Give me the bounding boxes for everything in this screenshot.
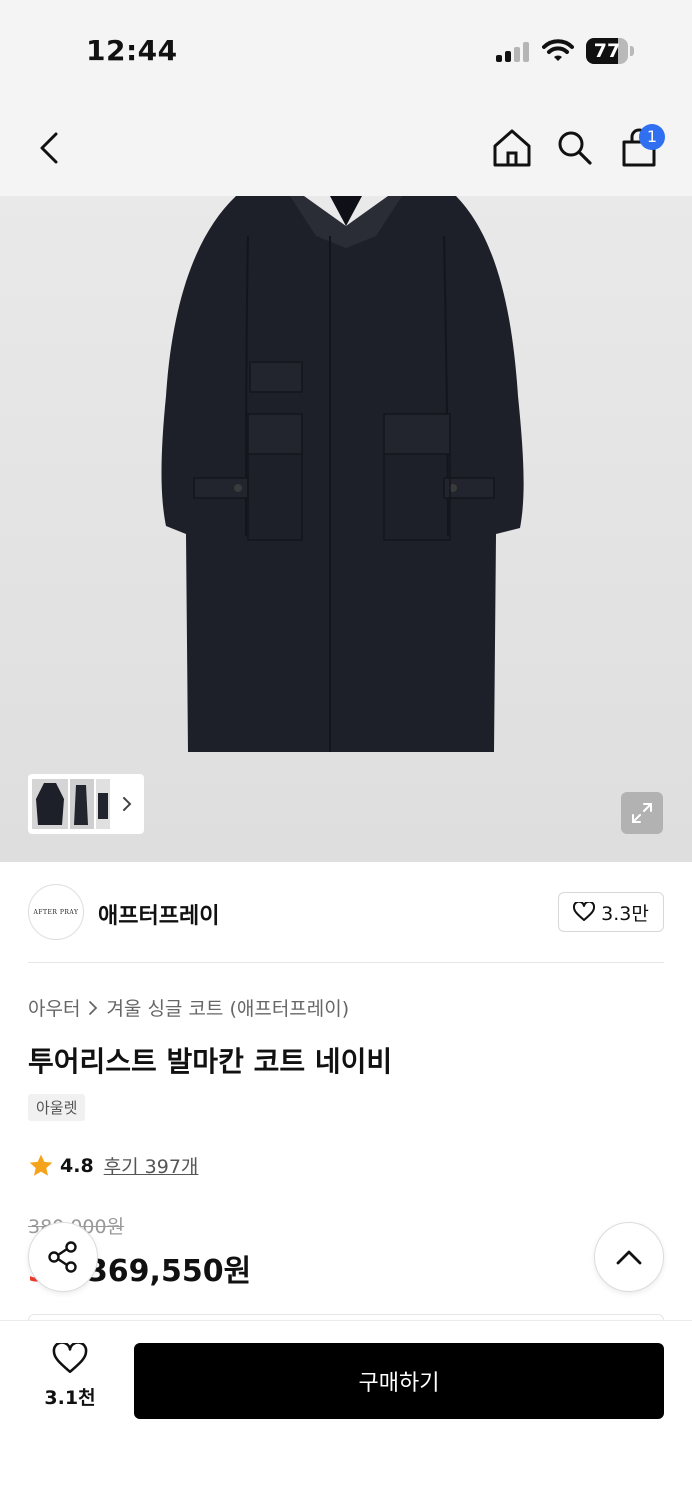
thumbnail-model-image: [98, 793, 108, 819]
brand-logo[interactable]: AFTER PRAY: [28, 884, 84, 940]
status-time: 12:44: [86, 34, 178, 67]
brand-logo-text: AFTER PRAY: [33, 908, 79, 916]
thumbnail-2[interactable]: [70, 779, 94, 829]
product-image-coat: [0, 196, 692, 862]
heart-icon: [573, 902, 596, 921]
review-count-link[interactable]: 후기 397개: [104, 1152, 199, 1179]
brand-name[interactable]: 애프터프레이: [98, 898, 219, 930]
share-icon: [48, 1241, 77, 1273]
chevron-up-icon: [616, 1250, 642, 1265]
product-image-gallery[interactable]: [0, 196, 692, 862]
battery-level: 77: [593, 40, 621, 62]
brand-like-button[interactable]: 3.3만: [558, 892, 664, 932]
breadcrumb: 아우터 겨울 싱글 코트 (애프터프레이): [28, 994, 349, 1021]
battery-icon: 77: [586, 38, 628, 64]
expand-image-button[interactable]: [621, 792, 663, 834]
status-bar: 12:44 77: [0, 0, 692, 100]
breadcrumb-category[interactable]: 아우터: [28, 994, 80, 1021]
heart-icon: [52, 1341, 88, 1374]
scroll-to-top-button[interactable]: [594, 1222, 664, 1292]
cellular-signal-icon: [496, 42, 532, 62]
share-button[interactable]: [28, 1222, 98, 1292]
expand-icon: [632, 803, 652, 823]
product-title: 투어리스트 발마칸 코트 네이비: [28, 1045, 393, 1078]
bottom-action-bar: 3.1천 구매하기: [0, 1320, 692, 1500]
home-icon: [493, 129, 531, 167]
buy-button[interactable]: 구매하기: [134, 1343, 664, 1419]
back-button[interactable]: [22, 120, 78, 176]
brand-row: AFTER PRAY 애프터프레이 3.3만: [28, 882, 664, 942]
wishlist-button[interactable]: 3.1천: [40, 1341, 100, 1423]
thumbnail-1[interactable]: [32, 779, 68, 829]
cart-count-badge: 1: [639, 124, 665, 150]
rating-score: 4.8: [60, 1154, 94, 1177]
thumbnail-model-image: [74, 785, 88, 825]
top-nav-bar: 1: [0, 100, 692, 196]
search-icon: [558, 131, 592, 165]
divider: [28, 962, 664, 963]
rating-summary: 4.8 후기 397개: [28, 1152, 198, 1179]
outlet-tag: 아울렛: [28, 1094, 86, 1121]
thumbnail-coat-image: [36, 783, 64, 825]
star-icon: [29, 1154, 53, 1176]
search-button[interactable]: [547, 120, 603, 176]
battery-cap: [630, 46, 634, 56]
wifi-icon: [542, 39, 574, 61]
brand-like-count: 3.3만: [601, 902, 649, 925]
image-thumbnail-strip[interactable]: [28, 774, 144, 834]
sale-price: 369,550원: [86, 1254, 252, 1289]
cart-button[interactable]: 1: [611, 120, 667, 176]
chevron-left-icon: [40, 132, 58, 164]
thumbnail-3[interactable]: [96, 779, 110, 829]
chevron-right-icon: [123, 797, 132, 811]
chevron-right-icon: [89, 1000, 98, 1015]
breadcrumb-subcategory[interactable]: 겨울 싱글 코트 (애프터프레이): [106, 994, 349, 1021]
wishlist-count: 3.1천: [44, 1387, 96, 1409]
home-button[interactable]: [484, 120, 540, 176]
